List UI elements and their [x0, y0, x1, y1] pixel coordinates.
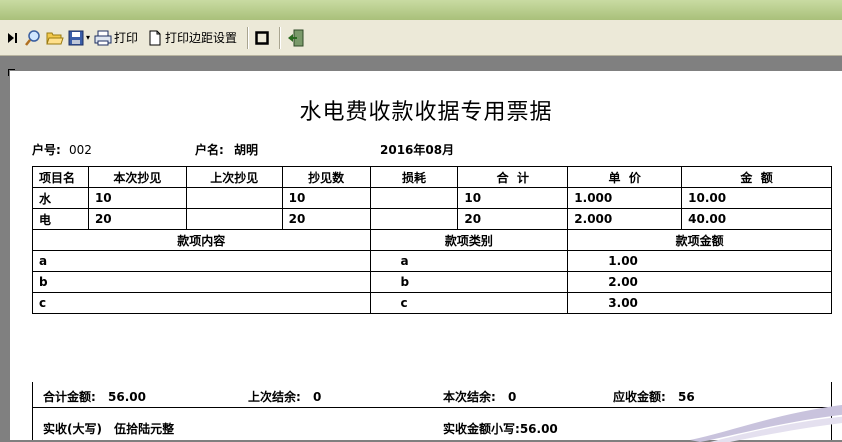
current-balance: 本次结余: 0	[443, 388, 516, 405]
floppy-disk-icon	[68, 30, 84, 45]
fee-amount: 3.00	[567, 292, 832, 314]
header-cell: 项目名	[32, 166, 89, 188]
previous-balance-label: 上次结余:	[248, 390, 301, 404]
fee-row: b b 2.00	[32, 271, 832, 293]
received-upper: 实收(大写) 伍拾陆元整	[43, 420, 174, 437]
cell-amount: 40.00	[681, 208, 832, 230]
account-no-value: 002	[69, 143, 92, 157]
header-cell: 金 额	[681, 166, 832, 188]
fee-header-row: 款项内容 款项类别 款项金额	[32, 229, 832, 251]
cell-previous	[185, 187, 283, 209]
account-name-label: 户名:	[195, 143, 224, 157]
fee-content: b	[32, 271, 371, 293]
page-corner-mark	[8, 69, 15, 76]
current-balance-label: 本次结余:	[443, 390, 496, 404]
receipt-page: 水电费收款收据专用票据 户号: 002 户名: 胡明 2016年08月 项目名 …	[10, 71, 842, 440]
cell-item: 水	[32, 187, 89, 209]
window-titlebar	[0, 0, 842, 20]
cell-reading: 10	[281, 187, 371, 209]
cell-total: 10	[457, 187, 569, 209]
zoom-button[interactable]	[24, 25, 42, 51]
exit-button[interactable]	[287, 25, 305, 51]
fee-content: a	[32, 250, 371, 272]
fee-category: a	[369, 250, 569, 272]
cell-previous	[185, 208, 283, 230]
dropdown-arrow-icon[interactable]: ▾	[86, 33, 90, 42]
header-cell: 上次抄见	[185, 166, 283, 188]
fee-header-content: 款项内容	[32, 229, 371, 251]
bill-table: 项目名 本次抄见 上次抄见 抄见数 损耗 合 计 单 价 金 额 水 10 10…	[32, 166, 832, 314]
cell-loss	[369, 187, 459, 209]
account-name: 户名: 胡明	[195, 141, 258, 158]
receipt-title: 水电费收款收据专用票据	[299, 100, 553, 125]
print-label: 打印	[114, 31, 139, 45]
exit-door-icon	[288, 29, 304, 46]
printer-icon	[94, 30, 112, 45]
received-lower-value: 56.00	[519, 422, 558, 436]
fee-header-amount: 款项金额	[567, 229, 832, 251]
decorative-swoosh-graphic	[690, 405, 842, 442]
toolbar-separator	[247, 26, 250, 49]
fee-amount: 1.00	[567, 250, 832, 272]
print-margin-button[interactable]: 打印边距设置	[148, 25, 237, 51]
billing-period: 2016年08月	[380, 143, 455, 157]
received-lower: 实收金额小写:56.00	[443, 420, 558, 437]
toolbar: ▾ 打印 打印边距设置	[0, 20, 842, 56]
print-margin-label: 打印边距设置	[165, 31, 238, 45]
account-name-value: 胡明	[234, 143, 259, 157]
toolbar-separator	[279, 26, 282, 49]
fee-header-category: 款项类别	[369, 229, 569, 251]
last-page-icon	[8, 32, 17, 43]
print-preview-area[interactable]: 水电费收款收据专用票据 户号: 002 户名: 胡明 2016年08月 项目名 …	[0, 57, 842, 442]
cell-item: 电	[32, 208, 89, 230]
frame-button[interactable]	[255, 25, 269, 51]
header-cell: 本次抄见	[87, 166, 187, 188]
square-frame-icon	[255, 30, 269, 45]
last-page-button[interactable]	[6, 25, 20, 51]
cell-loss	[369, 208, 459, 230]
cell-unit-price: 1.000	[567, 187, 683, 209]
header-cell: 损耗	[369, 166, 459, 188]
page-icon	[149, 30, 161, 45]
total-amount: 合计金额: 56.00	[43, 388, 146, 405]
header-cell: 抄见数	[281, 166, 371, 188]
fee-category: b	[369, 271, 569, 293]
total-amount-label: 合计金额:	[43, 390, 96, 404]
amount-due-label: 应收金额:	[613, 390, 666, 404]
received-upper-label: 实收(大写)	[43, 422, 102, 436]
cell-current: 20	[87, 208, 187, 230]
magnifier-icon	[25, 29, 40, 46]
header-cell: 合 计	[457, 166, 569, 188]
fee-row: c c 3.00	[32, 292, 832, 314]
current-balance-value: 0	[508, 390, 517, 404]
fee-row: a a 1.00	[32, 250, 832, 272]
bill-row-electricity: 电 20 20 20 2.000 40.00	[32, 208, 832, 230]
header-cell: 单 价	[567, 166, 683, 188]
print-button[interactable]: 打印	[94, 25, 138, 51]
cell-unit-price: 2.000	[567, 208, 683, 230]
cell-total: 20	[457, 208, 569, 230]
fee-category: c	[369, 292, 569, 314]
save-button[interactable]: ▾	[68, 25, 90, 51]
account-no-label: 户号:	[32, 143, 61, 157]
amount-due: 应收金额: 56	[613, 388, 695, 405]
previous-balance-value: 0	[313, 390, 322, 404]
total-amount-value: 56.00	[108, 390, 146, 404]
cell-reading: 20	[281, 208, 371, 230]
bill-row-water: 水 10 10 10 1.000 10.00	[32, 187, 832, 209]
fee-content: c	[32, 292, 371, 314]
account-no: 户号: 002	[32, 141, 92, 158]
cell-amount: 10.00	[681, 187, 832, 209]
previous-balance: 上次结余: 0	[248, 388, 321, 405]
cell-current: 10	[87, 187, 187, 209]
folder-open-icon	[46, 32, 64, 44]
received-lower-label: 实收金额小写:	[443, 422, 520, 436]
bill-header-row: 项目名 本次抄见 上次抄见 抄见数 损耗 合 计 单 价 金 额	[32, 166, 832, 188]
received-upper-value: 伍拾陆元整	[114, 422, 175, 436]
fee-amount: 2.00	[567, 271, 832, 293]
open-button[interactable]	[46, 25, 64, 51]
